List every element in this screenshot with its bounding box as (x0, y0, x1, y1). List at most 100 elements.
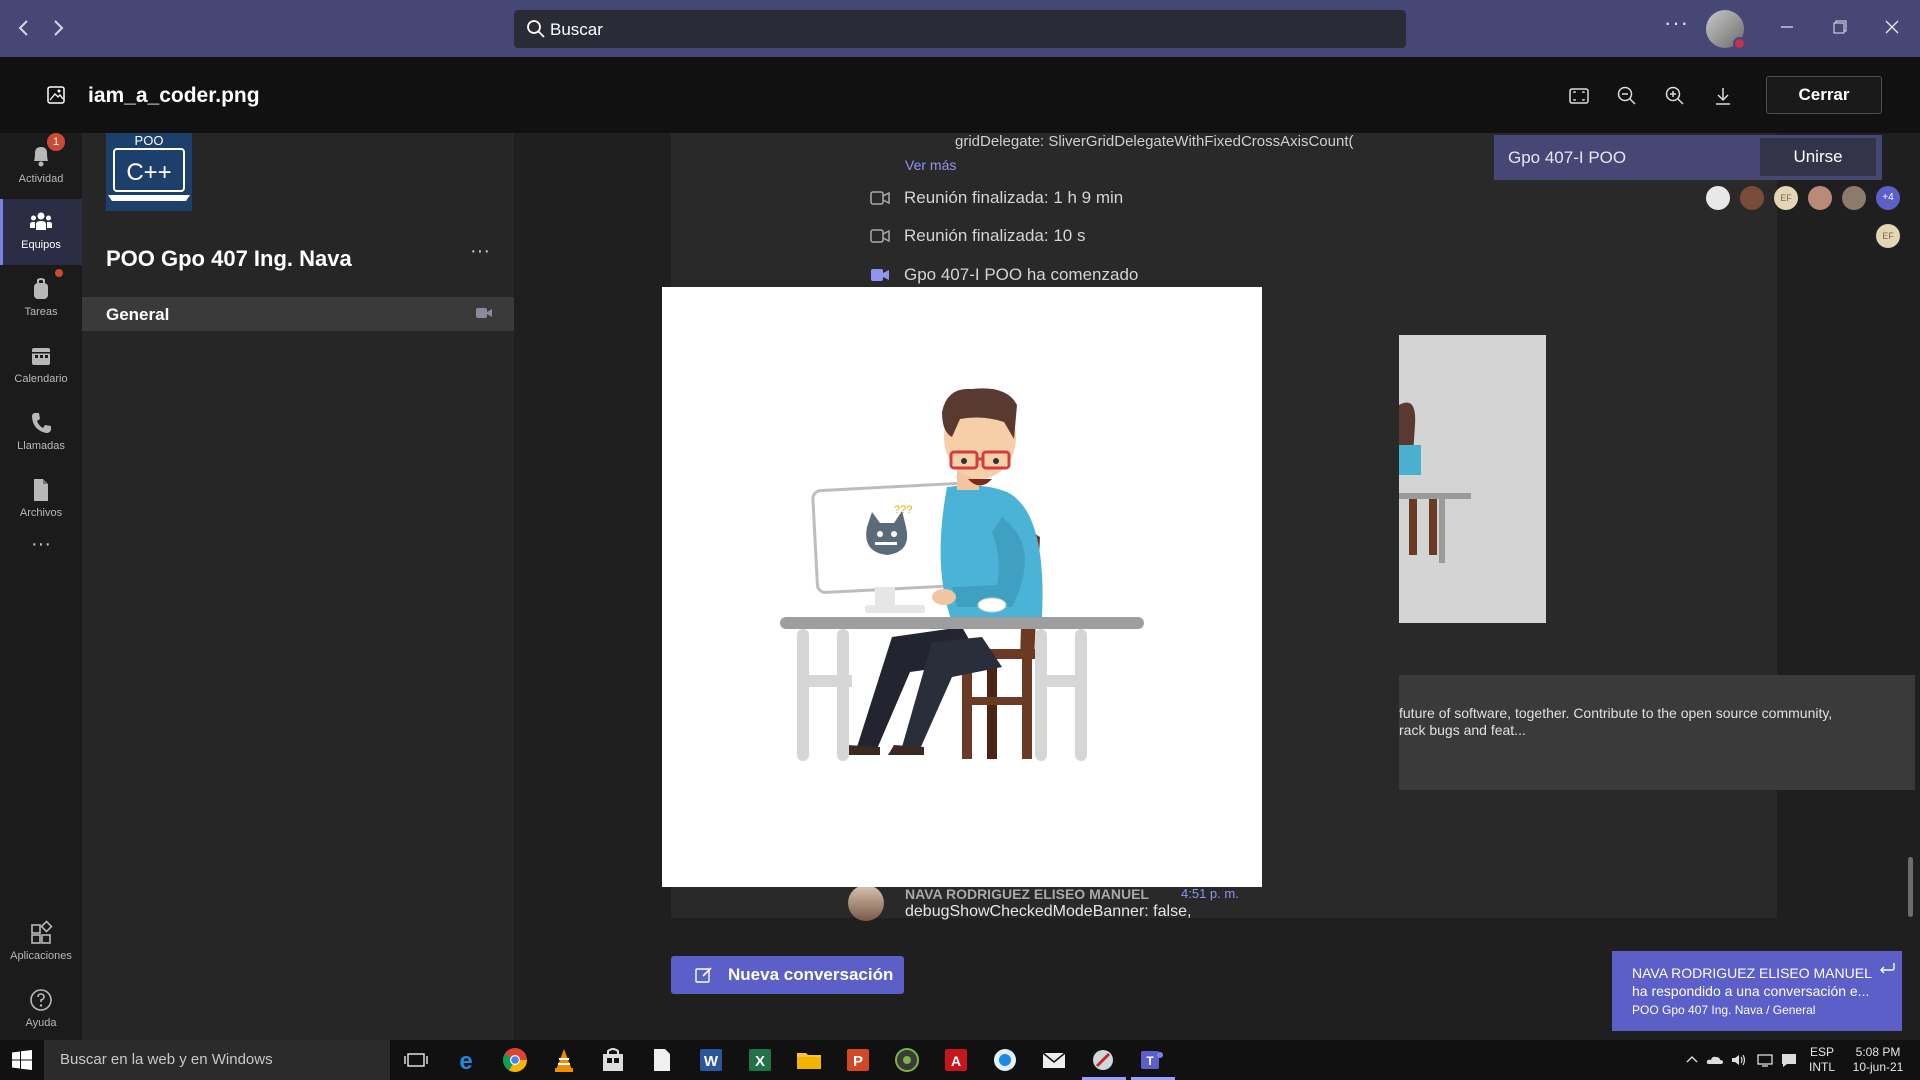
meeting-ended-row[interactable]: Reunión finalizada: 1 h 9 min (856, 186, 1756, 210)
download-button[interactable] (1711, 84, 1735, 108)
word-icon[interactable]: W (697, 1046, 725, 1074)
ai-app-icon[interactable] (991, 1046, 1019, 1074)
participant-avatar-initials[interactable]: EF (1876, 224, 1900, 248)
user-avatar[interactable] (1706, 10, 1746, 50)
rail-item-calls[interactable]: Llamadas (0, 400, 82, 466)
clock[interactable]: 5:08 PM 10-jun-21 (1846, 1045, 1910, 1075)
help-icon (30, 989, 52, 1011)
chevron-right-icon (54, 20, 64, 36)
excel-icon[interactable]: X (746, 1046, 774, 1074)
restore-button[interactable] (1825, 14, 1855, 44)
compose-icon (695, 967, 712, 983)
rail-item-apps[interactable]: Aplicaciones (0, 910, 82, 976)
onedrive-icon[interactable] (1706, 1052, 1724, 1068)
meeting-started-row[interactable]: Gpo 407-I POO ha comenzado (856, 263, 1756, 287)
see-more-link[interactable]: Ver más (905, 157, 956, 173)
participant-avatar[interactable] (1842, 186, 1866, 210)
edge-browser-icon[interactable]: e (452, 1046, 480, 1074)
notepad-icon[interactable] (648, 1046, 676, 1074)
join-button[interactable]: Unirse (1760, 138, 1876, 176)
search-input[interactable]: Buscar (514, 10, 1406, 48)
team-logo[interactable]: POO C++ (106, 133, 192, 211)
logo-top-text: POO (135, 133, 164, 148)
mail-icon[interactable] (1040, 1046, 1068, 1074)
close-viewer-button[interactable]: Cerrar (1766, 76, 1882, 114)
zoom-out-button[interactable] (1615, 84, 1639, 108)
minimize-button[interactable] (1772, 14, 1802, 44)
vlc-player-icon[interactable] (550, 1046, 578, 1074)
lang-bottom: INTL (1808, 1060, 1835, 1074)
forward-button[interactable] (46, 16, 70, 40)
more-apps-button[interactable]: ··· (0, 533, 82, 599)
dev-tool-icon[interactable] (893, 1046, 921, 1074)
rail-item-help[interactable]: Ayuda (0, 977, 82, 1043)
meeting-ended-icon (870, 229, 890, 243)
fit-screen-button[interactable] (1567, 84, 1591, 108)
image-viewer-header: iam_a_coder.png Cerrar (0, 57, 1920, 133)
reply-icon[interactable] (1878, 961, 1896, 975)
input-language[interactable]: ESP INTL (1808, 1045, 1836, 1075)
rail-item-activity[interactable]: 1 Actividad (0, 133, 82, 199)
action-center-icon[interactable] (1780, 1052, 1798, 1068)
task-view-icon[interactable] (402, 1046, 430, 1074)
file-explorer-icon[interactable] (795, 1046, 823, 1074)
windows-taskbar: Buscar en la web y en Windows e W X P A … (0, 1040, 1920, 1080)
link-preview-text: future of software, together. Contribute… (1399, 705, 1899, 739)
participant-avatar[interactable] (1706, 186, 1730, 210)
store-icon[interactable] (599, 1046, 627, 1074)
meeting-status-text: Gpo 407-I POO ha comenzado (904, 265, 1139, 284)
chat-scrollbar[interactable] (1908, 857, 1913, 917)
rail-item-files[interactable]: Archivos (0, 467, 82, 533)
teams-app-icon[interactable]: T (1138, 1046, 1166, 1074)
windows-start-icon[interactable] (12, 1050, 32, 1070)
activity-badge: 1 (47, 133, 65, 151)
new-conversation-button[interactable]: Nueva conversación (671, 956, 904, 994)
close-icon (1885, 20, 1899, 34)
more-options-button[interactable]: ··· (1664, 10, 1689, 36)
notification-toast[interactable]: NAVA RODRIGUEZ ELISEO MANUEL ha respondi… (1612, 951, 1902, 1031)
lang-top: ESP (1809, 1045, 1834, 1059)
meeting-status-text: Reunión finalizada: 10 s (904, 226, 1086, 245)
link-preview-card[interactable]: future of software, together. Contribute… (1399, 675, 1915, 790)
network-icon[interactable] (1756, 1052, 1774, 1068)
file-icon (34, 479, 48, 501)
acrobat-icon[interactable]: A (942, 1046, 970, 1074)
message-timestamp: 4:51 p. m. (1181, 886, 1239, 901)
snipping-tool-icon[interactable] (1089, 1046, 1117, 1074)
coder-thumbnail-art (1399, 402, 1471, 563)
team-more-button[interactable]: ··· (470, 240, 490, 263)
link-preview-line: future of software, together. Contribute… (1399, 705, 1833, 721)
participant-avatar[interactable] (1808, 186, 1832, 210)
chrome-browser-icon[interactable] (501, 1046, 529, 1074)
participant-avatar[interactable] (1740, 186, 1764, 210)
rail-item-teams[interactable]: Equipos (0, 199, 82, 265)
message-image-thumbnail[interactable] (1399, 335, 1546, 623)
close-window-button[interactable] (1877, 14, 1907, 44)
show-hidden-icons-icon[interactable] (1684, 1052, 1700, 1068)
channel-label: General (106, 305, 170, 324)
author-avatar[interactable] (848, 885, 884, 921)
powerpoint-icon[interactable]: P (844, 1046, 872, 1074)
rail-item-label: Equipos (21, 239, 61, 251)
minimize-icon (1781, 26, 1793, 28)
search-placeholder: Buscar (550, 20, 603, 39)
rail-item-label: Aplicaciones (10, 950, 72, 962)
team-name: POO Gpo 407 Ing. Nava (106, 246, 352, 271)
meeting-ended-icon (870, 191, 890, 205)
meeting-ended-row[interactable]: Reunión finalizada: 10 s (856, 224, 1756, 248)
more-participants-badge[interactable]: +4 (1876, 186, 1900, 210)
meeting-started-icon (871, 269, 889, 281)
volume-icon[interactable] (1730, 1052, 1748, 1068)
rail-item-label: Tareas (24, 306, 58, 318)
rail-item-tasks[interactable]: Tareas (0, 266, 82, 332)
channel-item-general[interactable]: General (82, 297, 514, 331)
taskbar-search[interactable]: Buscar en la web y en Windows (44, 1040, 390, 1080)
participant-avatar-initials[interactable]: EF (1774, 186, 1798, 210)
rail-item-calendar[interactable]: Calendario (0, 333, 82, 399)
app-rail: 1 Actividad Equipos Tareas Calendario Ll… (0, 133, 82, 1040)
back-button[interactable] (12, 16, 36, 40)
zoom-out-icon (1617, 86, 1636, 105)
zoom-in-button[interactable] (1663, 84, 1687, 108)
svg-text:P: P (853, 1053, 863, 1070)
image-preview[interactable]: ??? (662, 287, 1262, 887)
